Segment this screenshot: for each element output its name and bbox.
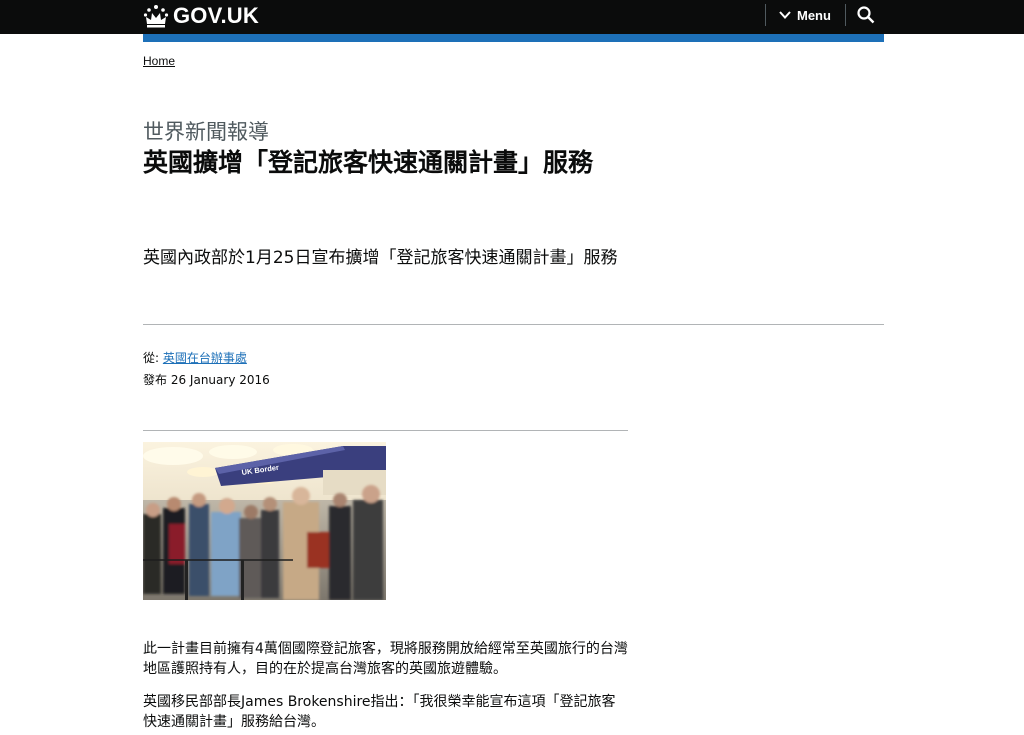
published-date: 26 January 2016 bbox=[170, 373, 270, 387]
from-label: 從: bbox=[143, 351, 160, 365]
article-image: UK Border bbox=[143, 442, 386, 600]
govuk-logo-link[interactable]: GOV.UK bbox=[143, 2, 259, 30]
organisation-link[interactable]: 英國在台辦事處 bbox=[163, 351, 247, 365]
header-divider bbox=[765, 4, 766, 26]
breadcrumb-home-link[interactable]: Home bbox=[143, 54, 175, 68]
page-title: 英國擴增「登記旅客快速通關計畫」服務 bbox=[143, 148, 594, 177]
body-paragraph: 英國移民部部長James Brokenshire指出：「我很榮幸能宣布這項「登記… bbox=[143, 694, 616, 730]
menu-button[interactable]: Menu bbox=[779, 4, 831, 26]
chevron-down-icon bbox=[779, 11, 791, 19]
menu-label: Menu bbox=[797, 7, 831, 23]
header-accent-bar bbox=[143, 34, 884, 42]
content-divider bbox=[143, 430, 628, 431]
body-paragraph: 此一計畫目前擁有4萬個國際登記旅客，現將服務開放給經常至英國旅行的台灣地區護照持… bbox=[143, 641, 628, 677]
lead-paragraph: 英國內政部於1月25日宣布擴增「登記旅客快速通關計畫」服務 bbox=[143, 248, 618, 268]
search-icon[interactable] bbox=[856, 5, 876, 25]
header-divider bbox=[845, 4, 846, 26]
site-header: GOV.UK Menu bbox=[0, 0, 1024, 34]
crown-icon bbox=[143, 5, 169, 28]
page-caption: 世界新聞報導 bbox=[143, 120, 269, 144]
meta-published: 發布 26 January 2016 bbox=[143, 371, 270, 388]
published-label: 發布 bbox=[143, 373, 168, 387]
airport-border-photo: UK Border bbox=[143, 442, 386, 600]
section-divider bbox=[143, 324, 884, 325]
logo-text: GOV.UK bbox=[173, 3, 259, 28]
meta-from: 從: 英國在台辦事處 bbox=[143, 349, 247, 366]
